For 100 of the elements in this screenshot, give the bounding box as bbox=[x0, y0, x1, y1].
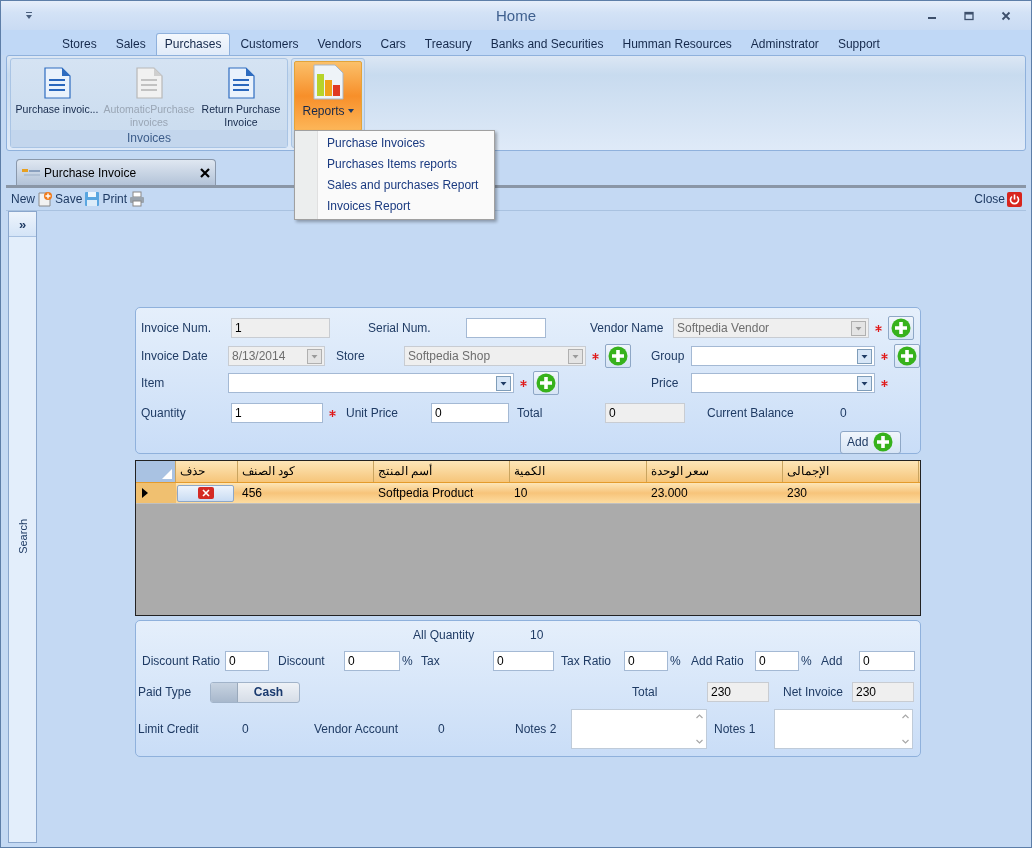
grid-row[interactable]: 456 Softpedia Product 10 23.000 230 bbox=[136, 483, 920, 504]
field-label: Store bbox=[336, 349, 366, 363]
ribbon-tab[interactable]: Stores bbox=[53, 33, 106, 55]
toggle-switch[interactable]: Cash bbox=[210, 681, 300, 703]
field-label: Group bbox=[651, 349, 686, 363]
document-icon bbox=[134, 67, 164, 99]
field-label: All Quantity bbox=[413, 628, 476, 642]
add-button[interactable]: Add bbox=[840, 430, 901, 454]
menu-item[interactable]: Invoices Report bbox=[295, 196, 494, 217]
menu-item[interactable]: Purchase Invoices bbox=[295, 133, 494, 154]
plus-icon bbox=[873, 432, 894, 452]
table-cell-text: 10 bbox=[513, 485, 529, 502]
field-label: Invoice Date bbox=[141, 349, 209, 363]
field-label: Discount bbox=[278, 654, 326, 668]
scrollbar-icon bbox=[695, 711, 704, 747]
print-button[interactable]: Print bbox=[101, 192, 129, 206]
column-header[interactable]: أسم المنتج bbox=[374, 461, 510, 482]
field-value: 0 bbox=[242, 722, 249, 736]
ribbon-tab[interactable]: Support bbox=[828, 33, 889, 55]
input-field[interactable]: 0 bbox=[225, 651, 269, 671]
search-label[interactable]: Search bbox=[16, 519, 29, 554]
input-field[interactable]: 0 bbox=[624, 651, 668, 671]
dropdown-field[interactable] bbox=[691, 346, 875, 366]
close-icon[interactable] bbox=[1001, 10, 1011, 21]
reports-button[interactable]: Reports bbox=[294, 61, 362, 131]
column-header[interactable]: كود الصنف bbox=[238, 461, 374, 482]
field-label: Limit Credit bbox=[138, 722, 200, 736]
percent-sign: % bbox=[801, 654, 812, 668]
field-label: Vendor Name bbox=[590, 321, 665, 335]
input-field[interactable]: 0 bbox=[431, 403, 509, 423]
input-field[interactable]: 1 bbox=[231, 403, 323, 423]
plus-icon bbox=[536, 373, 556, 393]
field-label: Current Balance bbox=[707, 406, 795, 420]
quick-access-icon[interactable] bbox=[25, 12, 33, 19]
column-header[interactable]: الإجمالى bbox=[783, 461, 919, 482]
add-new-button[interactable] bbox=[533, 371, 559, 395]
readonly-field: 230 bbox=[707, 682, 769, 702]
field-label: Unit Price bbox=[346, 406, 399, 420]
power-icon[interactable] bbox=[1007, 191, 1022, 207]
ribbon-tab[interactable]: Customers bbox=[231, 33, 308, 55]
ribbon-tab[interactable]: Cars bbox=[371, 33, 415, 55]
input-field[interactable]: 0 bbox=[859, 651, 915, 671]
field-value: 0 bbox=[438, 722, 445, 736]
field-label: Invoice Num. bbox=[141, 321, 213, 335]
add-new-button[interactable] bbox=[894, 344, 920, 368]
field-label: Total bbox=[632, 685, 659, 699]
field-value: 10 bbox=[530, 628, 544, 642]
dropdown-caret-icon bbox=[347, 109, 354, 113]
field-label: Tax Ratio bbox=[561, 654, 613, 668]
column-header[interactable]: الكمية bbox=[510, 461, 647, 482]
plus-icon bbox=[891, 318, 911, 338]
document-tab-title: Purchase Invoice bbox=[44, 165, 137, 180]
new-button[interactable]: New bbox=[10, 192, 36, 206]
bar-chart-icon bbox=[311, 64, 345, 100]
column-header[interactable]: سعر الوحدة bbox=[647, 461, 783, 482]
table-cell-text: 230 bbox=[786, 485, 809, 502]
close-icon[interactable] bbox=[200, 167, 210, 178]
ribbon-tab[interactable]: Sales bbox=[106, 33, 155, 55]
corner-triangle-icon[interactable] bbox=[162, 469, 172, 479]
ribbon-tab[interactable]: Treasury bbox=[415, 33, 481, 55]
percent-sign: % bbox=[402, 654, 413, 668]
field-label: Net Invoice bbox=[783, 685, 845, 699]
ribbon-tab[interactable]: Adminstrator bbox=[741, 33, 828, 55]
text-area[interactable] bbox=[774, 709, 913, 749]
menu-item[interactable]: Sales and purchases Report bbox=[295, 175, 494, 196]
ribbon-button[interactable]: Purchase invoic... bbox=[11, 64, 103, 130]
ribbon-tab[interactable]: Humman Resources bbox=[613, 33, 741, 55]
plus-icon bbox=[897, 346, 917, 366]
delete-button[interactable] bbox=[177, 484, 234, 502]
input-field[interactable]: 0 bbox=[755, 651, 799, 671]
plus-icon bbox=[608, 346, 628, 366]
field-label: Vendor Account bbox=[314, 722, 400, 736]
dropdown-field[interactable] bbox=[228, 373, 514, 393]
ribbon-tab[interactable]: Banks and Securities bbox=[481, 33, 613, 55]
close-button[interactable]: Close bbox=[973, 192, 1006, 206]
column-header[interactable]: حذف bbox=[176, 461, 238, 482]
menu-item[interactable]: Purchases Items reports bbox=[295, 154, 494, 175]
input-field[interactable] bbox=[466, 318, 546, 338]
dropdown-field[interactable] bbox=[691, 373, 875, 393]
expand-button[interactable]: » bbox=[9, 212, 36, 237]
field-label: Add bbox=[821, 654, 844, 668]
scrollbar-icon bbox=[901, 711, 910, 747]
maximize-icon[interactable] bbox=[964, 10, 974, 21]
ribbon-tab[interactable]: Purchases bbox=[155, 33, 231, 55]
table-cell-text: Softpedia Product bbox=[377, 485, 475, 502]
document-icon bbox=[42, 67, 72, 99]
save-icon[interactable] bbox=[84, 191, 101, 207]
window-title: Home bbox=[496, 7, 536, 24]
field-label: Discount Ratio bbox=[142, 654, 222, 668]
printer-icon[interactable] bbox=[129, 191, 146, 207]
group-label: Invoices bbox=[11, 130, 287, 147]
save-button[interactable]: Save bbox=[54, 192, 84, 206]
new-document-icon[interactable] bbox=[37, 191, 53, 207]
ribbon-tab[interactable]: Vendors bbox=[308, 33, 371, 55]
input-field[interactable]: 0 bbox=[493, 651, 554, 671]
input-field[interactable]: 0 bbox=[344, 651, 400, 671]
document-tab[interactable]: Purchase Invoice bbox=[16, 159, 216, 185]
delete-icon bbox=[197, 487, 214, 499]
text-area[interactable] bbox=[571, 709, 707, 749]
ribbon-button[interactable]: Return Purchase Invoice bbox=[195, 64, 287, 130]
